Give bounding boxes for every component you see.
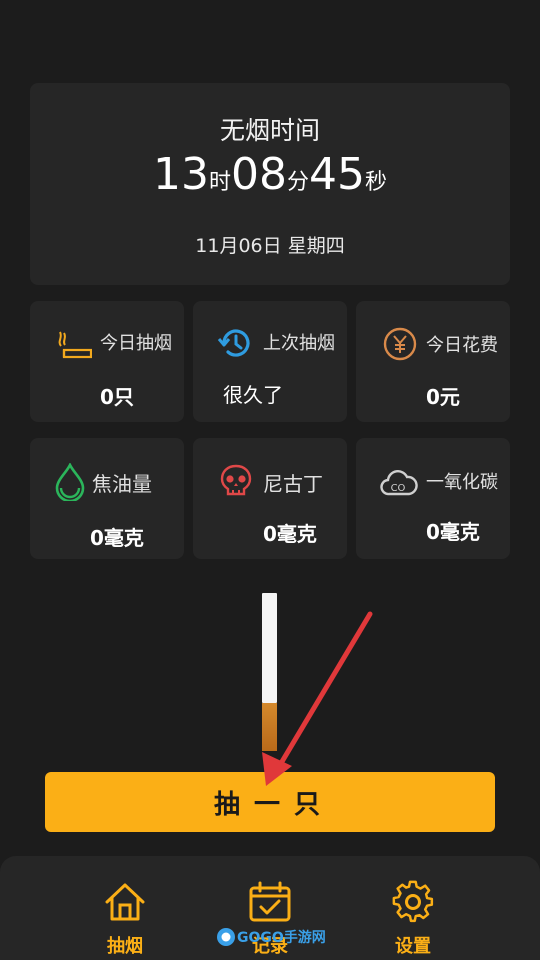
cigarette-illustration — [262, 593, 277, 751]
droplet-icon — [55, 463, 85, 501]
stat-value: 0毫克 — [426, 520, 480, 544]
nav-label: 设置 — [395, 936, 431, 957]
stat-tile-carbon-monoxide: CO 一氧化碳 0毫克 — [356, 438, 510, 559]
smoke-free-timer: 13时08分45秒 — [30, 149, 510, 200]
watermark-logo-icon — [217, 928, 235, 946]
timer-seconds-unit: 秒 — [365, 170, 388, 195]
stat-label: 焦油量 — [92, 472, 152, 496]
stat-tile-last-smoked: 上次抽烟 很久了 — [193, 301, 347, 422]
cigarette-icon — [58, 331, 92, 359]
stat-label: 尼古丁 — [263, 472, 323, 496]
skull-icon — [220, 464, 252, 496]
stat-tile-tar: 焦油量 0毫克 — [30, 438, 184, 559]
timer-minutes-unit: 分 — [286, 170, 309, 195]
stat-value: 0毫克 — [90, 526, 144, 550]
calendar-check-icon — [249, 881, 291, 922]
cigarette-filter — [262, 703, 277, 751]
stat-label: 今日花费 — [426, 335, 498, 356]
timer-minutes: 08 — [230, 149, 287, 200]
stat-tile-today-smoked: 今日抽烟 0只 — [30, 301, 184, 422]
stat-label: 今日抽烟 — [100, 333, 172, 354]
history-icon — [217, 329, 250, 357]
smoke-free-card: 无烟时间 13时08分45秒 11月06日 星期四 — [30, 83, 510, 285]
stat-tile-nicotine: 尼古丁 0毫克 — [193, 438, 347, 559]
current-date: 11月06日 星期四 — [195, 235, 345, 257]
yuan-coin-icon — [383, 327, 417, 361]
timer-seconds: 45 — [309, 149, 365, 200]
smoke-one-button[interactable]: 抽一只 — [45, 772, 495, 832]
stat-value: 很久了 — [223, 383, 283, 407]
cigarette-paper — [262, 593, 277, 703]
stat-value: 0元 — [426, 385, 460, 409]
stat-label: 上次抽烟 — [263, 333, 335, 354]
smoke-free-title: 无烟时间 — [219, 116, 320, 145]
stat-value: 0毫克 — [263, 522, 317, 546]
timer-hours: 13 — [152, 149, 209, 200]
gear-icon — [392, 880, 434, 923]
watermark-text: GOGO手游网 — [237, 930, 326, 946]
stat-tile-today-cost: 今日花费 0元 — [356, 301, 510, 422]
home-icon — [105, 883, 145, 921]
site-watermark: GOGO手游网 — [215, 926, 326, 948]
nav-item-smoke[interactable]: 抽烟 — [70, 856, 180, 960]
nav-label: 抽烟 — [107, 936, 143, 957]
svg-text:CO: CO — [391, 483, 406, 494]
co-cloud-icon: CO — [380, 470, 418, 496]
timer-hours-unit: 时 — [208, 170, 231, 195]
stat-label: 一氧化碳 — [426, 472, 498, 493]
stat-value: 0只 — [100, 385, 134, 409]
nav-item-settings[interactable]: 设置 — [358, 856, 468, 960]
